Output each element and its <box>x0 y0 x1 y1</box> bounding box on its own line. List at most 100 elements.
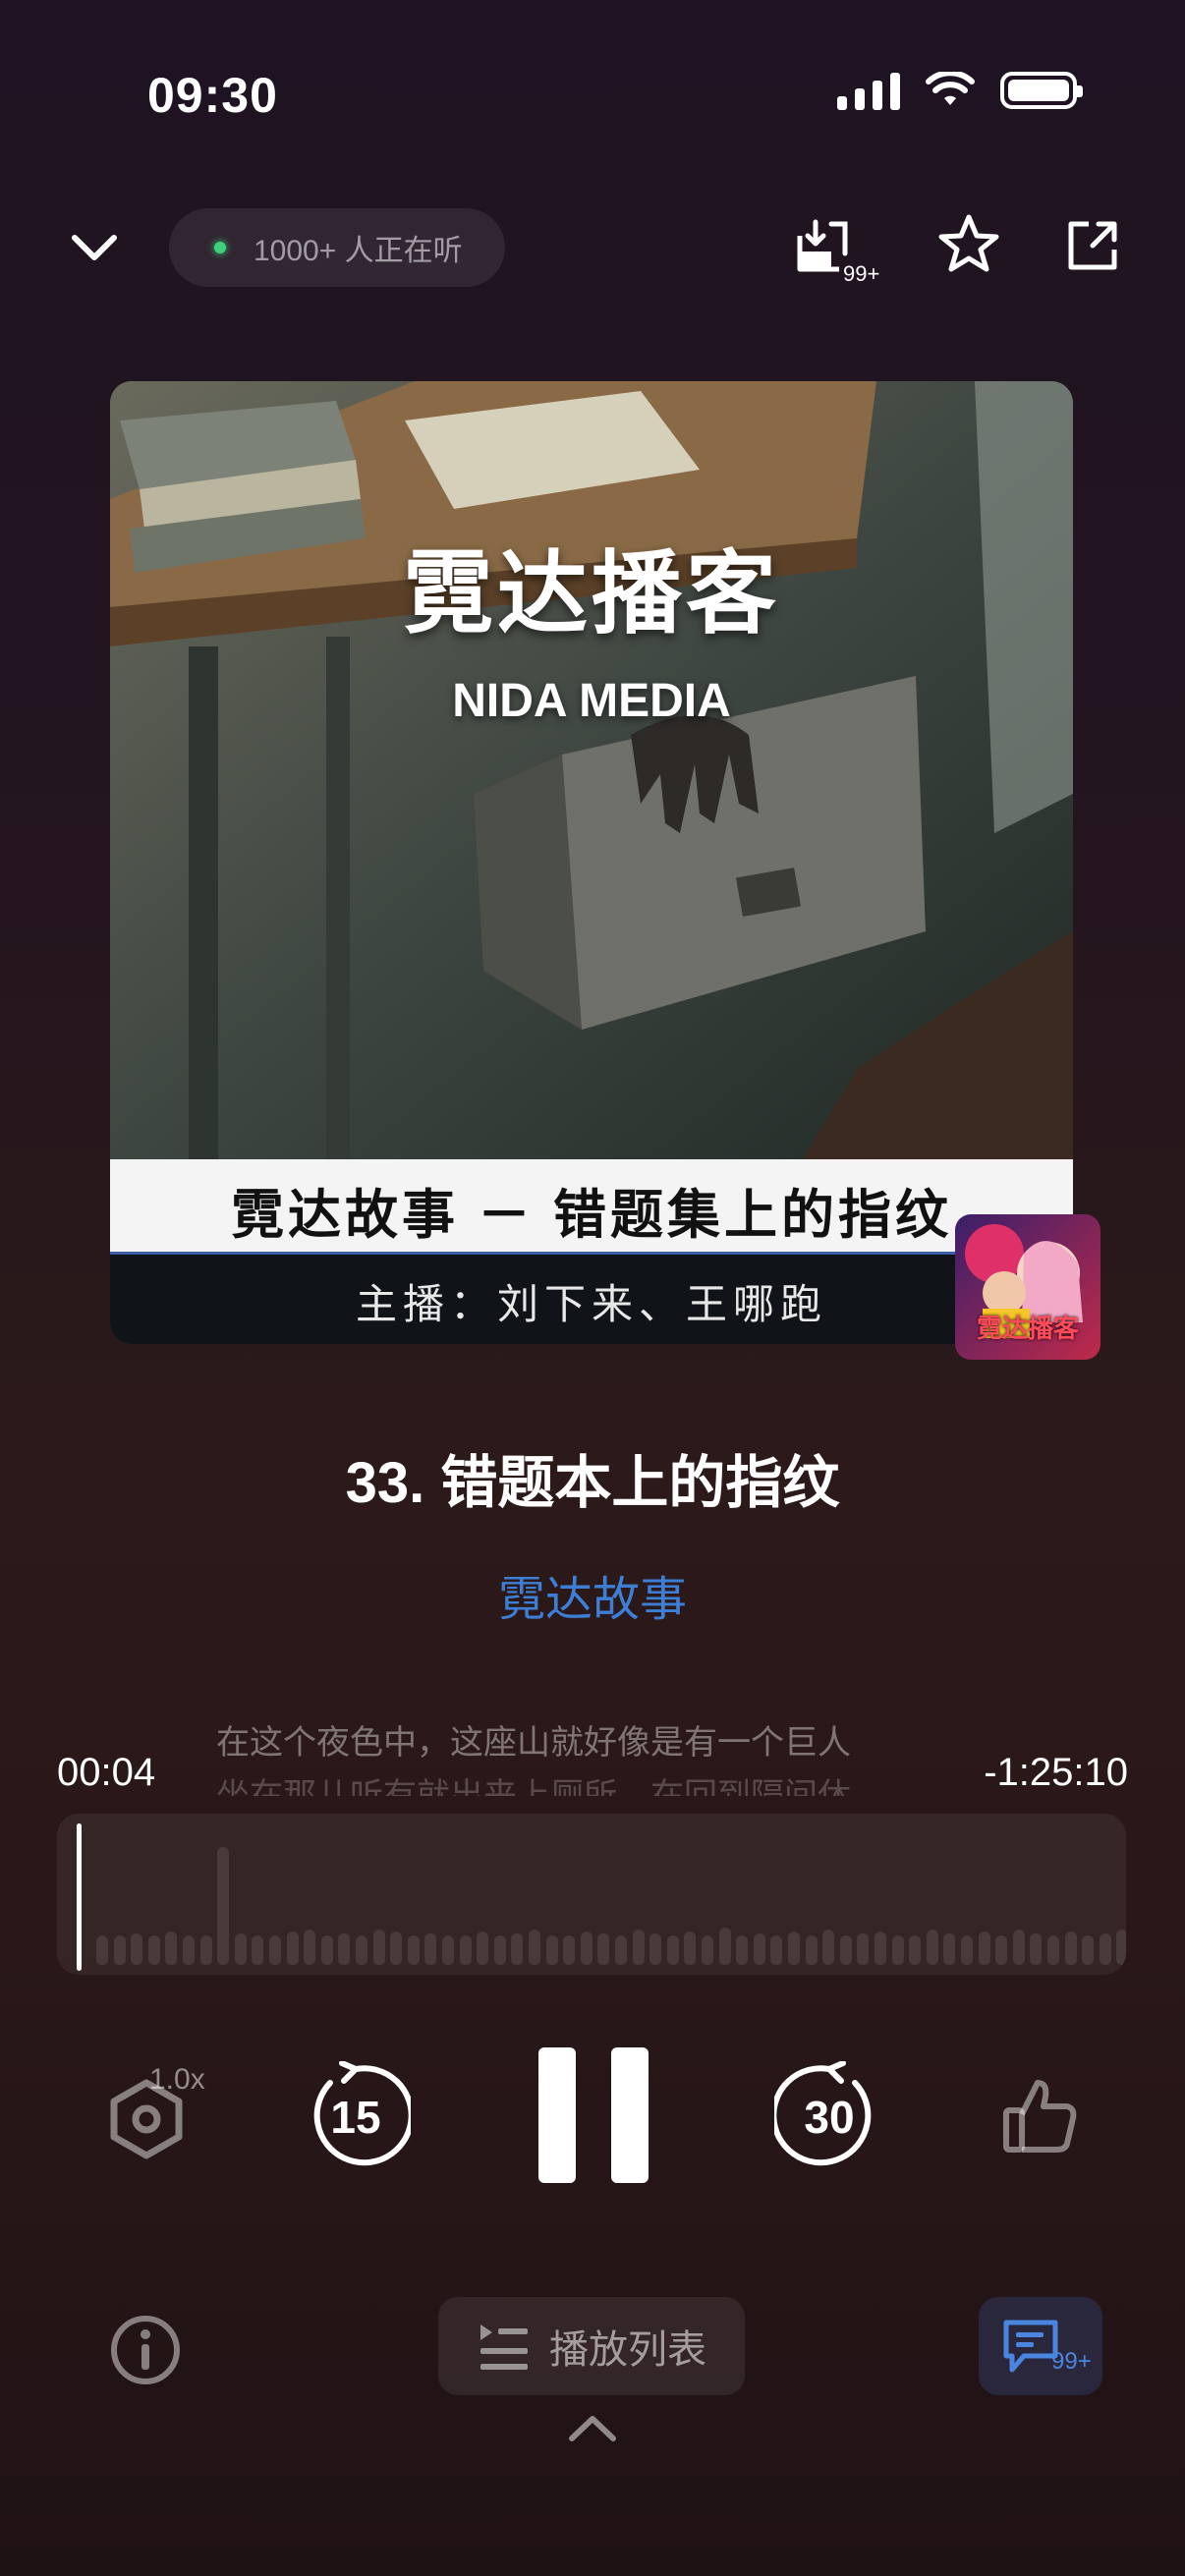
comments-button[interactable]: 99+ <box>979 2297 1102 2395</box>
waveform-bar <box>529 1930 540 1965</box>
waveform-bar <box>563 1935 576 1965</box>
waveform-bar <box>891 1935 904 1965</box>
elapsed-time: 00:04 <box>57 1751 156 1794</box>
battery-icon <box>1000 72 1083 109</box>
like-thumb-icon[interactable] <box>998 2075 1081 2157</box>
waveform-bar <box>718 1928 731 1965</box>
listeners-count: 1000+ 人正在听 <box>254 235 463 267</box>
waveform-bar <box>113 1935 126 1965</box>
listeners-pill: 1000+ 人正在听 <box>169 208 505 287</box>
waveform-bar <box>131 1933 143 1965</box>
waveform-bar <box>822 1930 835 1965</box>
waveform-bar <box>961 1935 973 1965</box>
waveform-bar <box>1082 1935 1095 1965</box>
waveform-bar <box>356 1935 367 1965</box>
waveform-bar <box>372 1930 385 1965</box>
show-name-link[interactable]: 霓达故事 <box>0 1560 1185 1629</box>
waveform-bar <box>943 1933 956 1965</box>
waveform-bar <box>286 1932 299 1965</box>
waveform-bar <box>217 1847 230 1965</box>
waveform-bar <box>459 1935 472 1965</box>
waveform-bar <box>424 1933 437 1965</box>
waveform-bar <box>580 1932 592 1965</box>
waveform-bar <box>147 1935 160 1965</box>
waveform-bar <box>926 1930 938 1965</box>
waveform-bar <box>511 1933 524 1965</box>
waveform-bar <box>320 1935 333 1965</box>
waveform-bar <box>909 1935 922 1965</box>
info-icon[interactable] <box>108 2313 183 2387</box>
rewind-seconds: 15 <box>330 2092 381 2143</box>
subtitle-line-1: 在这个夜色中，这座山就好像是有一个巨人 <box>216 1724 851 1762</box>
show-logo[interactable]: 霓达播客 <box>955 1214 1100 1360</box>
waveform-bar <box>477 1932 489 1965</box>
favorite-star-icon[interactable] <box>935 212 1002 277</box>
waveform-bar <box>1116 1930 1126 1965</box>
expand-chevron-up-icon[interactable] <box>566 2411 619 2444</box>
waveform-bar <box>1012 1930 1025 1965</box>
speed-value: 1.0x <box>149 2063 205 2096</box>
collapse-chevron-icon[interactable] <box>69 228 120 267</box>
waveform-bar <box>615 1935 627 1965</box>
speed-button[interactable]: 1.0x <box>102 2063 220 2171</box>
comments-badge: 99+ <box>1051 2348 1092 2375</box>
cover-banner-title: 霓达故事 － 错题集上的指纹 <box>230 1186 952 1245</box>
waveform-bar <box>788 1932 800 1965</box>
forward-30-button[interactable]: 30 <box>770 2060 884 2171</box>
waveform-bar <box>390 1932 403 1965</box>
waveform-bar <box>1047 1935 1059 1965</box>
waveform-bar <box>753 1933 765 1965</box>
waveform-scrubber[interactable] <box>57 1814 1126 1975</box>
waveform-bar <box>875 1932 886 1965</box>
share-icon[interactable] <box>1063 216 1122 275</box>
playlist-label: 播放列表 <box>549 2328 706 2372</box>
waveform-bar <box>545 1935 558 1965</box>
waveform-bar <box>770 1935 783 1965</box>
waveform-bar <box>252 1935 264 1965</box>
waveform-bar <box>805 1935 818 1965</box>
waveform-bar <box>442 1935 454 1965</box>
waveform-bar <box>407 1935 420 1965</box>
live-dot-icon <box>214 242 226 253</box>
status-time: 09:30 <box>147 68 278 123</box>
rewind-15-button[interactable]: 15 <box>301 2060 415 2171</box>
status-icons <box>837 71 1083 110</box>
waveform-bar <box>183 1935 195 1965</box>
playhead-handle[interactable] <box>77 1823 82 1971</box>
playlist-button[interactable]: 播放列表 <box>438 2297 745 2395</box>
cover-brand-en: NIDA MEDIA <box>452 675 731 727</box>
download-button[interactable]: 99+ <box>792 214 890 293</box>
pause-bar-right-icon <box>611 2047 649 2183</box>
wifi-icon <box>926 72 975 105</box>
waveform-bar <box>857 1933 870 1965</box>
waveform-bar <box>597 1933 610 1965</box>
episode-title: 33. 错题本上的指纹 <box>345 1451 840 1515</box>
waveform-bar <box>839 1935 852 1965</box>
waveform-bar <box>234 1933 247 1965</box>
waveform-bar <box>995 1935 1008 1965</box>
subtitle-line-2: 坐在那儿听有就出来上厕所，在回到隔间休 <box>216 1777 851 1796</box>
waveform-bar <box>269 1935 281 1965</box>
waveform-bar <box>702 1935 713 1965</box>
waveform-bar <box>1064 1932 1077 1965</box>
pause-button[interactable] <box>531 2044 658 2187</box>
waveform-bar <box>304 1930 316 1965</box>
download-badge: 99+ <box>843 261 880 286</box>
waveform-bar <box>666 1935 679 1965</box>
waveform-bar <box>199 1935 212 1965</box>
waveform-bar <box>493 1935 506 1965</box>
waveform-bar <box>736 1935 749 1965</box>
waveform-bar <box>632 1930 645 1965</box>
waveform-bar <box>978 1932 990 1965</box>
waveform-bar <box>338 1933 351 1965</box>
forward-seconds: 30 <box>804 2092 855 2143</box>
waveform-bar <box>96 1935 108 1965</box>
waveform-bar <box>649 1933 662 1965</box>
waveform-bar <box>684 1932 697 1965</box>
cover-brand-cn: 霓达播客 <box>402 544 780 644</box>
show-logo-text: 霓达播客 <box>976 1314 1079 1343</box>
playlist-icon <box>480 2324 528 2370</box>
pause-bar-left-icon <box>538 2047 576 2183</box>
cover-art: 霓达播客 NIDA MEDIA 霓达故事 － 错题集上的指纹 主播：刘下来、王哪… <box>110 381 1073 1344</box>
cellular-signal-icon <box>837 71 900 110</box>
